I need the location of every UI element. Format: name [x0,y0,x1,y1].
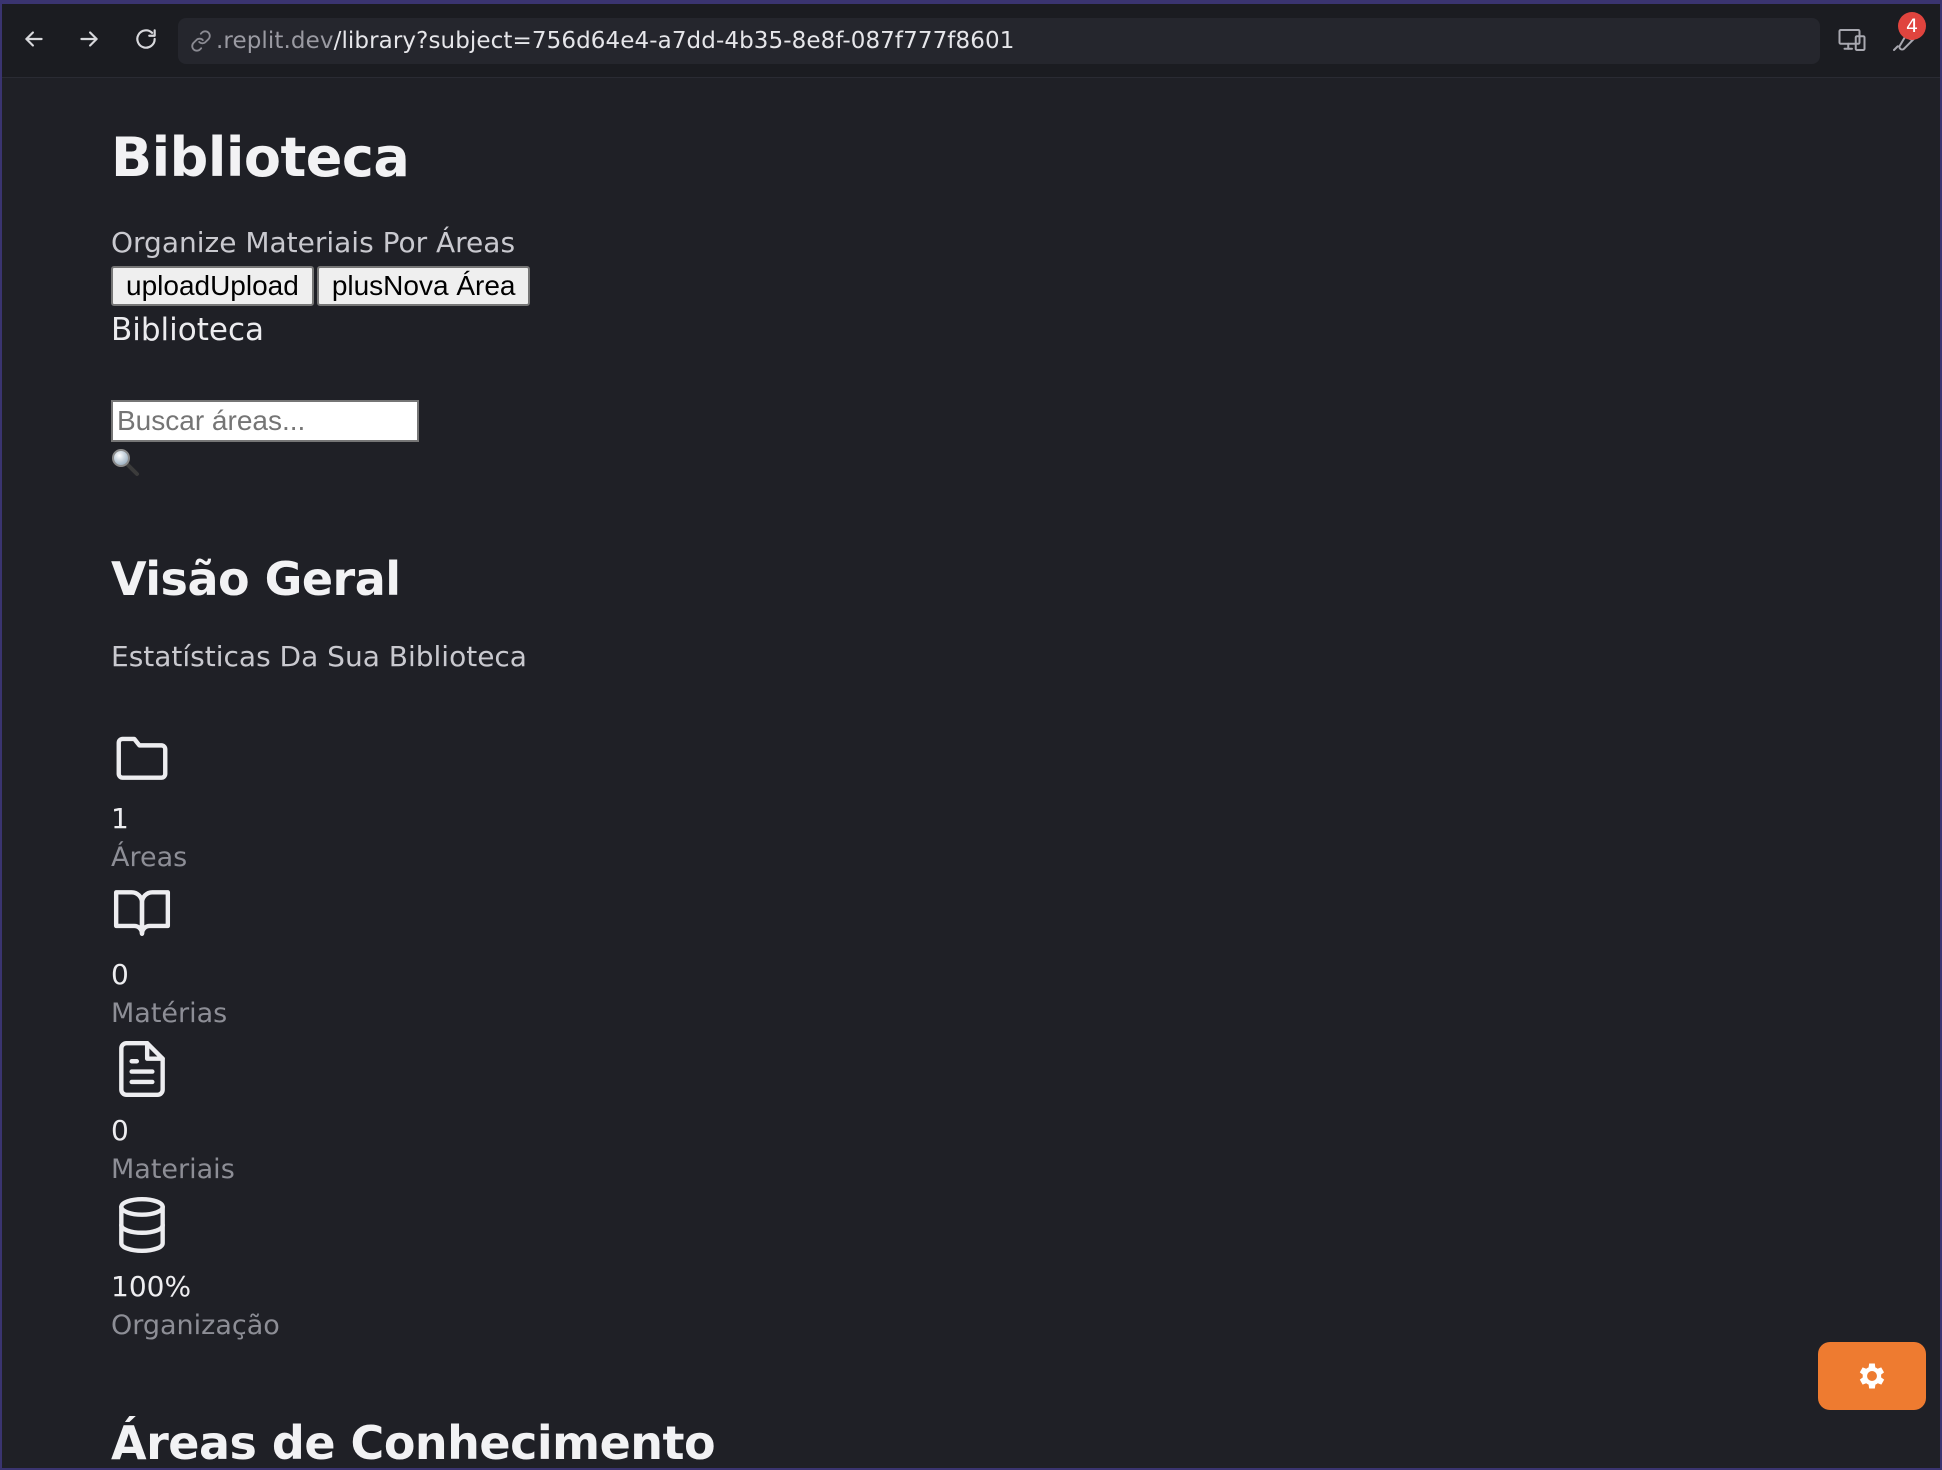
settings-fab-button[interactable] [1818,1342,1926,1410]
database-icon [111,1194,173,1256]
stat-value: 0 [111,1114,129,1147]
window-frame [0,0,1942,1470]
back-button[interactable] [17,22,51,56]
address-bar[interactable]: .replit.dev/library?subject=756d64e4-a7d… [178,18,1820,64]
action-buttons: uploadUpload plusNova Área [111,266,531,306]
page-subtitle: Organize Materiais Por Áreas [111,226,516,259]
new-area-button[interactable]: plusNova Área [316,266,531,306]
url-text: .replit.dev/library?subject=756d64e4-a7d… [216,28,1014,54]
file-text-icon [111,1038,173,1100]
stat-value: 100% [111,1270,192,1303]
reload-icon [136,29,156,49]
arrow-left-icon [25,31,43,47]
browser-toolbar: .replit.dev/library?subject=756d64e4-a7d… [0,0,1942,78]
arrow-right-icon [80,31,98,47]
stat-label: Materiais [111,1154,235,1185]
magnifier-icon [112,449,139,476]
section-label: Biblioteca [111,312,265,348]
devices-button[interactable] [1834,22,1870,58]
folder-icon [111,726,173,788]
overview-description: Estatísticas Da Sua Biblioteca [111,640,527,673]
gear-icon [1859,1363,1885,1389]
areas-section-title: Áreas de Conhecimento [111,1416,716,1470]
stat-label: Matérias [111,998,228,1029]
devices-icon [1838,29,1866,51]
search-input[interactable] [111,400,419,442]
stat-value: 0 [111,958,129,991]
notification-badge: 4 [1898,12,1926,40]
forward-button[interactable] [72,22,106,56]
book-open-icon [111,882,173,944]
overview-title: Visão Geral [111,552,401,606]
stat-label: Áreas [111,842,188,873]
url-domain: .replit.dev [216,28,334,54]
reload-button[interactable] [129,22,163,56]
stat-value: 1 [111,802,129,835]
page-title: Biblioteca [111,126,410,189]
upload-button[interactable]: uploadUpload [111,266,314,306]
link-icon [188,28,214,54]
stat-label: Organização [111,1310,280,1341]
url-path: /library?subject=756d64e4-a7dd-4b35-8e8f… [333,28,1015,54]
